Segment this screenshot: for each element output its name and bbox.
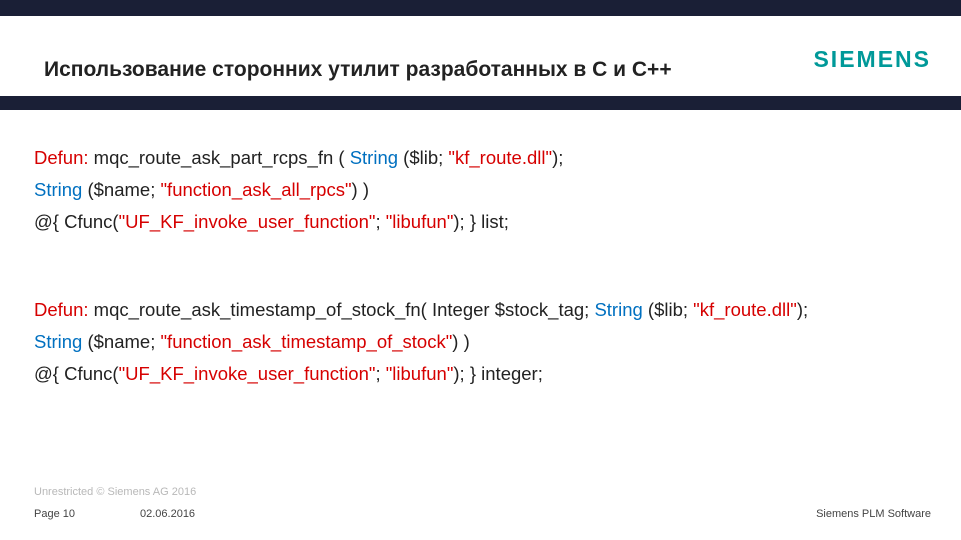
code-line: @{ Cfunc("UF_KF_invoke_user_function"; "… [34,206,929,238]
keyword-type: String [34,331,82,352]
slide: Использование сторонних утилит разработа… [0,0,961,540]
footer-brand: Siemens PLM Software [816,508,931,520]
footer-date: 02.06.2016 [140,508,195,520]
code-text: ; [375,363,385,384]
code-text: ($name; [82,331,160,352]
code-text: ; [375,211,385,232]
code-line: Defun: mqc_route_ask_part_rcps_fn ( Stri… [34,142,929,174]
code-text: ) ) [452,331,469,352]
code-text: ) ) [352,179,369,200]
string-literal: "libufun" [386,211,454,232]
slide-title: Использование сторонних утилит разработа… [44,58,672,82]
footer-page: Page 10 [34,508,75,520]
keyword-defun: Defun: [34,299,89,320]
string-literal: "function_ask_all_rpcs" [160,179,351,200]
code-line: String ($name; "function_ask_all_rpcs") … [34,174,929,206]
keyword-defun: Defun: [34,147,89,168]
string-literal: "function_ask_timestamp_of_stock" [160,331,452,352]
top-bar [0,0,961,16]
code-text: ); } list; [453,211,509,232]
code-text: mqc_route_ask_part_rcps_fn ( [89,147,350,168]
keyword-type: String [350,147,398,168]
siemens-logo: SIEMENS [813,46,931,73]
keyword-type: String [34,179,82,200]
string-literal: "UF_KF_invoke_user_function" [119,363,376,384]
code-text: ($name; [82,179,160,200]
code-text: ); [552,147,563,168]
keyword-type: String [594,299,642,320]
spacer [34,238,929,294]
code-text: ($lib; [643,299,693,320]
code-text: ($lib; [398,147,448,168]
string-literal: "libufun" [386,363,454,384]
code-text: @{ Cfunc( [34,211,119,232]
code-line: String ($name; "function_ask_timestamp_o… [34,326,929,358]
string-literal: "kf_route.dll" [693,299,797,320]
code-text: ); [797,299,808,320]
code-text: @{ Cfunc( [34,363,119,384]
code-text: ); } integer; [453,363,542,384]
sep-bar [0,96,961,110]
code-text: mqc_route_ask_timestamp_of_stock_fn( Int… [89,299,595,320]
footer-copyright: Unrestricted © Siemens AG 2016 [34,486,196,498]
code-line: @{ Cfunc("UF_KF_invoke_user_function"; "… [34,358,929,390]
code-body: Defun: mqc_route_ask_part_rcps_fn ( Stri… [34,142,929,390]
string-literal: "kf_route.dll" [448,147,552,168]
string-literal: "UF_KF_invoke_user_function" [119,211,376,232]
code-line: Defun: mqc_route_ask_timestamp_of_stock_… [34,294,929,326]
